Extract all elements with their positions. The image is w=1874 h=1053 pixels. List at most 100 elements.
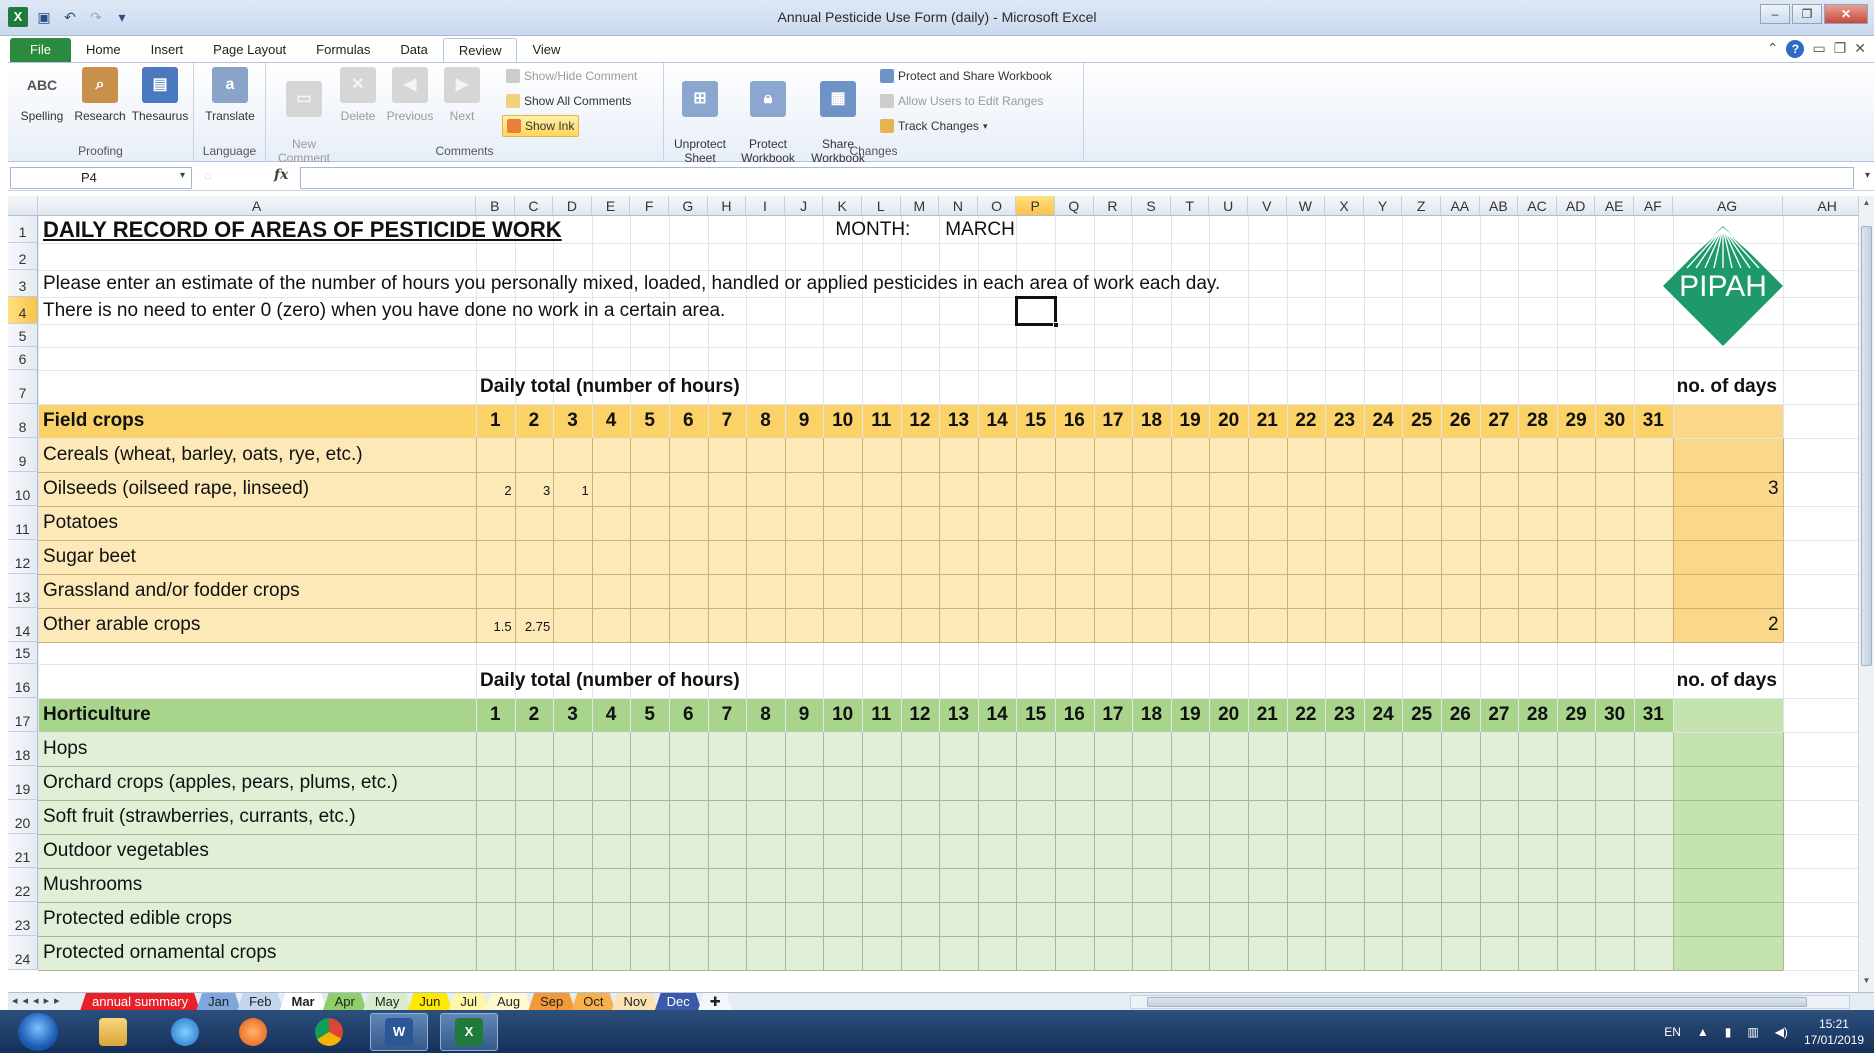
column-header-k[interactable]: K bbox=[823, 196, 862, 216]
tab-review[interactable]: Review bbox=[442, 38, 518, 62]
sheet-tab-annual-summary[interactable]: annual summary bbox=[80, 993, 200, 1011]
scroll-up-icon[interactable]: ▲ bbox=[1861, 198, 1872, 212]
translate-button[interactable]: a Translate bbox=[200, 67, 260, 123]
tab-page-layout[interactable]: Page Layout bbox=[198, 38, 301, 62]
tab-view[interactable]: View bbox=[517, 38, 575, 62]
workbook-minimize-icon[interactable]: ▭ bbox=[1812, 40, 1825, 58]
column-header-s[interactable]: S bbox=[1132, 196, 1171, 216]
spelling-button[interactable]: ABC Spelling bbox=[12, 67, 72, 123]
clock[interactable]: 15:21 17/01/2019 bbox=[1804, 1016, 1864, 1048]
row-header-19[interactable]: 19 bbox=[8, 766, 38, 800]
row-header-8[interactable]: 8 bbox=[8, 404, 38, 438]
tab-formulas[interactable]: Formulas bbox=[301, 38, 385, 62]
vertical-scroll-thumb[interactable] bbox=[1861, 226, 1872, 666]
row-header-5[interactable]: 5 bbox=[8, 324, 38, 347]
formula-input[interactable] bbox=[300, 167, 1854, 189]
column-header-t[interactable]: T bbox=[1170, 196, 1210, 216]
column-header-c[interactable]: C bbox=[514, 196, 554, 216]
close-button[interactable]: ✕ bbox=[1824, 4, 1868, 24]
sheet-tab-jul[interactable]: Jul bbox=[448, 993, 489, 1011]
workbook-close-icon[interactable]: ✕ bbox=[1854, 40, 1866, 58]
column-header-ac[interactable]: AC bbox=[1518, 196, 1557, 216]
protect-and-share-button[interactable]: Protect and Share Workbook bbox=[876, 65, 1056, 87]
expand-formula-bar-icon[interactable]: ▾ bbox=[1865, 170, 1870, 181]
column-header-ag[interactable]: AG bbox=[1672, 196, 1783, 216]
column-header-q[interactable]: Q bbox=[1055, 196, 1094, 216]
column-header-l[interactable]: L bbox=[862, 196, 901, 216]
taskbar-word[interactable]: W bbox=[370, 1013, 428, 1051]
column-header-ad[interactable]: AD bbox=[1556, 196, 1596, 216]
column-header-f[interactable]: F bbox=[630, 196, 669, 216]
row-header-16[interactable]: 16 bbox=[8, 664, 38, 698]
vertical-scrollbar[interactable]: ▲ ▼ bbox=[1858, 196, 1874, 992]
formula-cancel-icon[interactable]: ◌ bbox=[204, 168, 212, 183]
restore-button[interactable]: ❐ bbox=[1792, 4, 1822, 24]
tab-home[interactable]: Home bbox=[71, 38, 136, 62]
taskbar-internet-explorer[interactable] bbox=[156, 1013, 214, 1051]
sheet-tab-sep[interactable]: Sep bbox=[528, 993, 575, 1011]
sheet-tab-oct[interactable]: Oct bbox=[571, 993, 615, 1011]
sheet-tab-mar[interactable]: Mar bbox=[279, 993, 326, 1011]
column-header-aa[interactable]: AA bbox=[1441, 196, 1480, 216]
column-header-j[interactable]: J bbox=[784, 196, 824, 216]
help-icon[interactable]: ? bbox=[1786, 40, 1805, 58]
column-header-h[interactable]: H bbox=[707, 196, 747, 216]
show-all-comments-button[interactable]: Show All Comments bbox=[502, 90, 635, 112]
row-header-15[interactable]: 15 bbox=[8, 642, 38, 664]
column-header-r[interactable]: R bbox=[1093, 196, 1133, 216]
sheet-tab-feb[interactable]: Feb bbox=[237, 993, 283, 1011]
next-comment-button[interactable]: ▶ Next bbox=[432, 67, 492, 123]
tab-insert[interactable]: Insert bbox=[136, 38, 199, 62]
row-header-20[interactable]: 20 bbox=[8, 800, 38, 834]
column-header-b[interactable]: B bbox=[476, 196, 515, 216]
row-header-7[interactable]: 7 bbox=[8, 370, 38, 404]
column-header-ab[interactable]: AB bbox=[1479, 196, 1519, 216]
workbook-restore-icon[interactable]: ❐ bbox=[1834, 40, 1847, 58]
name-box-dropdown-icon[interactable]: ▾ bbox=[180, 170, 185, 181]
row-header-23[interactable]: 23 bbox=[8, 902, 38, 936]
tab-data[interactable]: Data bbox=[385, 38, 442, 62]
sheet-tab-jun[interactable]: Jun bbox=[407, 993, 452, 1011]
insert-sheet-icon[interactable]: ✚ bbox=[698, 993, 733, 1011]
taskbar-explorer[interactable] bbox=[84, 1013, 142, 1051]
column-header-g[interactable]: G bbox=[669, 196, 708, 216]
taskbar-media-player[interactable] bbox=[224, 1013, 282, 1051]
column-header-d[interactable]: D bbox=[553, 196, 592, 216]
row-header-13[interactable]: 13 bbox=[8, 574, 38, 608]
fill-handle[interactable] bbox=[1053, 322, 1059, 328]
column-header-af[interactable]: AF bbox=[1634, 196, 1673, 216]
minimize-ribbon-icon[interactable]: ⌃ bbox=[1767, 40, 1779, 58]
column-header-v[interactable]: V bbox=[1248, 196, 1287, 216]
sheet-tab-apr[interactable]: Apr bbox=[323, 993, 367, 1011]
column-header-n[interactable]: N bbox=[939, 196, 978, 216]
network-icon[interactable]: ▥ bbox=[1747, 1025, 1758, 1039]
row-header-24[interactable]: 24 bbox=[8, 936, 38, 970]
worksheet-grid[interactable]: A B C D E F G H I J K L M N O P Q R S T U V W X Y Z AA AB AC AD AE AF AG… bbox=[8, 196, 1858, 992]
column-header-ah[interactable]: AH bbox=[1782, 196, 1858, 216]
column-header-x[interactable]: X bbox=[1325, 196, 1364, 216]
name-box[interactable]: P4 bbox=[10, 167, 192, 189]
row-header-6[interactable]: 6 bbox=[8, 347, 38, 370]
insert-function-icon[interactable]: fx bbox=[274, 167, 288, 183]
row-header-2[interactable]: 2 bbox=[8, 243, 38, 270]
selected-cell[interactable] bbox=[1015, 296, 1057, 326]
previous-comment-button[interactable]: ◀ Previous bbox=[380, 67, 440, 123]
show-ink-button[interactable]: Show Ink bbox=[502, 115, 580, 137]
column-header-u[interactable]: U bbox=[1209, 196, 1248, 216]
row-header-3[interactable]: 3 bbox=[8, 270, 38, 297]
row-header-1[interactable]: 1 bbox=[8, 216, 38, 243]
column-header-w[interactable]: W bbox=[1286, 196, 1326, 216]
column-header-ae[interactable]: AE bbox=[1595, 196, 1634, 216]
tab-file[interactable]: File bbox=[10, 38, 71, 62]
row-header-14[interactable]: 14 bbox=[8, 608, 38, 642]
row-header-9[interactable]: 9 bbox=[8, 438, 38, 472]
taskbar-chrome[interactable] bbox=[300, 1013, 358, 1051]
row-header-21[interactable]: 21 bbox=[8, 834, 38, 868]
horizontal-scrollbar[interactable] bbox=[1130, 995, 1850, 1009]
sheet-tab-aug[interactable]: Aug bbox=[485, 993, 532, 1011]
track-changes-button[interactable]: Track Changes ▾ bbox=[876, 115, 991, 137]
row-header-17[interactable]: 17 bbox=[8, 698, 38, 732]
taskbar-excel[interactable]: X bbox=[440, 1013, 498, 1051]
show-hide-comment-button[interactable]: Show/Hide Comment bbox=[502, 65, 641, 87]
column-header-p[interactable]: P bbox=[1016, 196, 1055, 216]
